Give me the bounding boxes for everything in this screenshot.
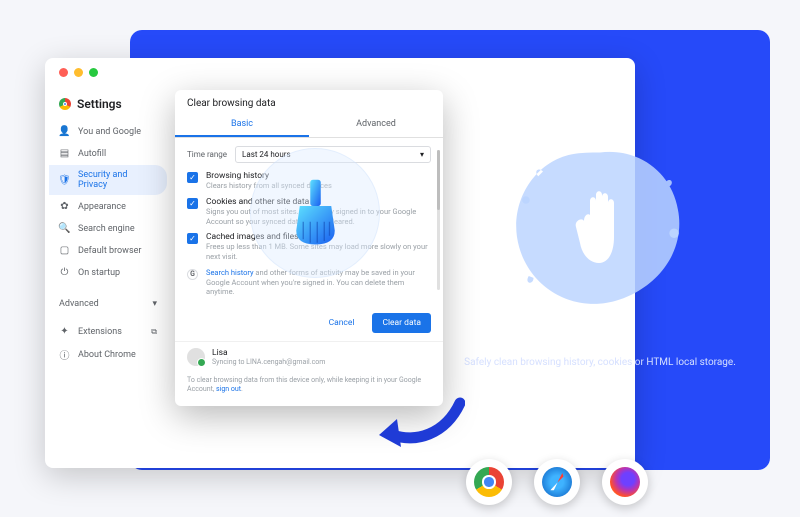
appearance-icon: ✿: [59, 201, 70, 212]
privacy-promo-panel: Privacy Safely clean browsing history, c…: [445, 105, 755, 405]
profile-sync-status: Syncing to LINA.cengah@gmail.com: [212, 358, 325, 366]
dialog-actions: Cancel Clear data: [175, 305, 443, 341]
sidebar-item-label: About Chrome: [78, 350, 136, 360]
sidebar-item-label: Search engine: [78, 224, 135, 234]
profile-row: Lisa Syncing to LINA.cengah@gmail.com: [175, 341, 443, 372]
chevron-down-icon: ▾: [152, 299, 157, 309]
tab-basic[interactable]: Basic: [175, 113, 309, 137]
autofill-icon: ▤: [59, 148, 70, 159]
minimize-window-dot[interactable]: [74, 68, 83, 77]
sidebar-item-default-browser[interactable]: ▢ Default browser: [49, 240, 167, 261]
tab-advanced[interactable]: Advanced: [309, 113, 443, 137]
safari-browser-icon: [534, 459, 580, 505]
avatar: [187, 348, 205, 366]
brush-icon: [288, 178, 343, 248]
clear-data-button[interactable]: Clear data: [372, 313, 431, 333]
arrow-illustration: [375, 395, 465, 455]
settings-header: Settings: [49, 91, 167, 121]
chevron-down-icon: ▾: [420, 150, 424, 159]
privacy-subtitle: Safely clean browsing history, cookies o…: [464, 357, 736, 368]
sidebar-item-about-chrome[interactable]: ⓘ About Chrome: [49, 344, 167, 365]
sidebar-item-on-startup[interactable]: ⏻ On startup: [49, 262, 167, 283]
puzzle-icon: ✦: [59, 326, 70, 337]
power-icon: ⏻: [59, 267, 70, 278]
person-icon: 👤: [59, 126, 70, 137]
google-icon: G: [187, 269, 198, 280]
dialog-tabs: Basic Advanced: [175, 113, 443, 138]
profile-name: Lisa: [212, 348, 325, 358]
sidebar-item-label: Extensions: [78, 327, 122, 337]
close-window-dot[interactable]: [59, 68, 68, 77]
hand-icon: [564, 183, 636, 273]
checkbox-browsing-history[interactable]: ✓: [187, 172, 198, 183]
sidebar-item-label: Autofill: [78, 149, 106, 159]
checkbox-cached[interactable]: ✓: [187, 233, 198, 244]
sidebar-item-search-engine[interactable]: 🔍 Search engine: [49, 218, 167, 239]
sidebar-item-you-and-google[interactable]: 👤 You and Google: [49, 121, 167, 142]
advanced-label-text: Advanced: [59, 299, 99, 309]
firefox-browser-icon: [602, 459, 648, 505]
sidebar-item-appearance[interactable]: ✿ Appearance: [49, 196, 167, 217]
sidebar-item-autofill[interactable]: ▤ Autofill: [49, 143, 167, 164]
shield-icon: 🛡: [59, 175, 70, 186]
chrome-browser-icon: [466, 459, 512, 505]
chrome-logo-icon: [59, 98, 71, 110]
sidebar-item-extensions[interactable]: ✦ Extensions ⧉: [49, 321, 167, 342]
sidebar-item-label: Default browser: [78, 246, 141, 256]
scrollbar-thumb[interactable]: [437, 150, 440, 210]
window-controls: [45, 58, 635, 87]
checkbox-cookies[interactable]: ✓: [187, 198, 198, 209]
scrollbar[interactable]: [437, 150, 440, 290]
search-icon: 🔍: [59, 223, 70, 234]
sidebar-item-label: Appearance: [78, 202, 126, 212]
brush-illustration-overlay: [250, 148, 380, 278]
privacy-title: Privacy: [572, 331, 628, 351]
search-history-link[interactable]: Search history: [206, 268, 254, 277]
maximize-window-dot[interactable]: [89, 68, 98, 77]
cancel-button[interactable]: Cancel: [319, 313, 365, 333]
settings-title-text: Settings: [77, 97, 122, 111]
dialog-title: Clear browsing data: [175, 90, 443, 113]
sidebar-item-label: On startup: [78, 268, 120, 278]
sign-out-link[interactable]: sign out: [216, 385, 241, 393]
sidebar-item-label: You and Google: [78, 127, 141, 137]
sidebar-item-security-privacy[interactable]: 🛡 Security and Privacy: [49, 165, 167, 195]
sidebar-item-label: Security and Privacy: [78, 170, 157, 190]
browser-icons-row: [466, 459, 648, 505]
external-link-icon: ⧉: [151, 327, 157, 337]
info-icon: ⓘ: [59, 349, 70, 360]
time-range-label: Time range: [187, 150, 227, 159]
browser-icon: ▢: [59, 245, 70, 256]
advanced-toggle[interactable]: Advanced ▾: [49, 289, 167, 319]
settings-sidebar: Settings 👤 You and Google ▤ Autofill 🛡 S…: [45, 87, 171, 467]
